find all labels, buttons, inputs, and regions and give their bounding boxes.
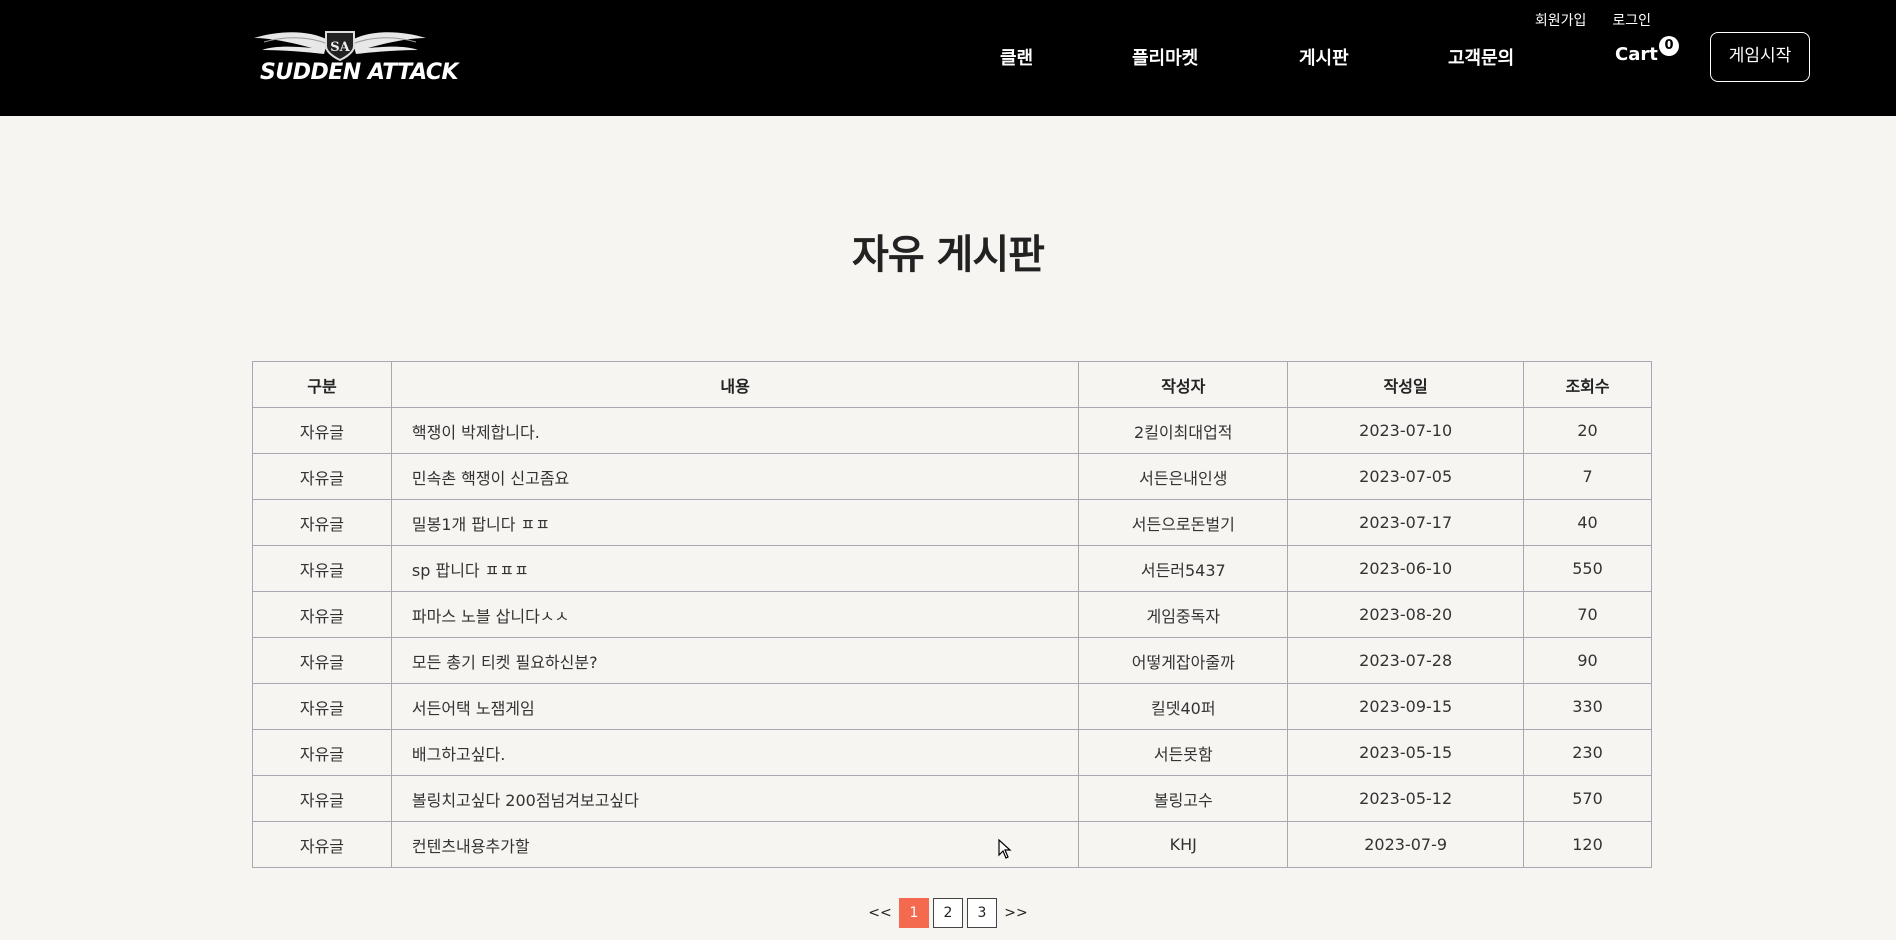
row-category-cell: 자유글 (252, 683, 392, 730)
row-category-cell: 자유글 (252, 729, 392, 776)
page-button-2[interactable]: 2 (933, 898, 963, 928)
row-views-cell: 230 (1523, 729, 1652, 776)
row-author-cell: 게임중독자 (1078, 591, 1289, 638)
prev-page-button[interactable]: << (865, 898, 895, 928)
table-row[interactable]: 자유글 컨텐츠내용추가할 KHJ 2023-07-9 120 (252, 821, 1652, 868)
row-category-cell: 자유글 (252, 407, 392, 454)
row-content-cell[interactable]: 파마스 노블 삽니다ㅅㅅ (390, 591, 1080, 638)
row-views-cell: 90 (1523, 637, 1652, 684)
nav-item-support[interactable]: 고객문의 (1448, 44, 1514, 70)
row-views-cell: 120 (1523, 821, 1652, 868)
row-date-cell: 2023-07-17 (1287, 499, 1525, 546)
utility-links: 회원가입 로그인 (1535, 10, 1651, 30)
row-author-cell: 2킬이최대업적 (1078, 407, 1289, 454)
row-content-cell[interactable]: sp 팝니다 ㅍㅍㅍ (390, 545, 1080, 592)
table-header-row: 구분 내용 작성자 작성일 조회수 (252, 361, 1652, 408)
row-date-cell: 2023-09-15 (1287, 683, 1525, 730)
row-content-cell[interactable]: 핵쟁이 박제합니다. (390, 407, 1080, 454)
row-author-cell: KHJ (1078, 821, 1289, 868)
pagination: << 1 2 3 >> (0, 898, 1896, 928)
row-content-cell[interactable]: 배그하고싶다. (390, 729, 1080, 776)
table-row[interactable]: 자유글 핵쟁이 박제합니다. 2킬이최대업적 2023-07-10 20 (252, 407, 1652, 454)
signup-link[interactable]: 회원가입 (1535, 10, 1587, 30)
row-content-cell[interactable]: 서든어택 노잼게임 (390, 683, 1080, 730)
winged-emblem-icon: SA (254, 31, 426, 62)
row-date-cell: 2023-07-28 (1287, 637, 1525, 684)
row-views-cell: 550 (1523, 545, 1652, 592)
table-row[interactable]: 자유글 밀봉1개 팝니다 ㅍㅍ 서든으로돈벌기 2023-07-17 40 (252, 499, 1652, 546)
board-table: 구분 내용 작성자 작성일 조회수 자유글 핵쟁이 박제합니다. 2킬이최대업적 20… (252, 361, 1652, 868)
page-button-1[interactable]: 1 (899, 898, 929, 928)
row-category-cell: 자유글 (252, 453, 392, 500)
table-row[interactable]: 자유글 파마스 노블 삽니다ㅅㅅ 게임중독자 2023-08-20 70 (252, 591, 1652, 638)
row-date-cell: 2023-05-15 (1287, 729, 1525, 776)
row-author-cell: 서든으로돈벌기 (1078, 499, 1289, 546)
column-header-content: 내용 (390, 361, 1080, 408)
row-category-cell: 자유글 (252, 637, 392, 684)
column-header-views: 조회수 (1523, 361, 1652, 408)
row-author-cell: 볼링고수 (1078, 775, 1289, 822)
logo-text: SUDDEN ATTACK (260, 60, 459, 85)
row-content-cell[interactable]: 컨텐츠내용추가할 (390, 821, 1080, 868)
nav-item-clan[interactable]: 클랜 (1000, 44, 1033, 70)
row-category-cell: 자유글 (252, 499, 392, 546)
row-category-cell: 자유글 (252, 545, 392, 592)
row-content-cell[interactable]: 밀봉1개 팝니다 ㅍㅍ (390, 499, 1080, 546)
table-row[interactable]: 자유글 모든 총기 티켓 필요하신분? 어떻게잡아줄까 2023-07-28 90 (252, 637, 1652, 684)
row-content-cell[interactable]: 민속촌 핵쟁이 신고좀요 (390, 453, 1080, 500)
row-category-cell: 자유글 (252, 775, 392, 822)
table-row[interactable]: 자유글 볼링치고싶다 200점넘겨보고싶다 볼링고수 2023-05-12 570 (252, 775, 1652, 822)
row-views-cell: 70 (1523, 591, 1652, 638)
table-row[interactable]: 자유글 배그하고싶다. 서든못함 2023-05-15 230 (252, 729, 1652, 776)
nav-item-board[interactable]: 게시판 (1299, 44, 1349, 70)
row-date-cell: 2023-05-12 (1287, 775, 1525, 822)
column-header-date: 작성일 (1287, 361, 1525, 408)
row-category-cell: 자유글 (252, 591, 392, 638)
row-date-cell: 2023-07-05 (1287, 453, 1525, 500)
column-header-category: 구분 (252, 361, 392, 408)
column-header-author: 작성자 (1078, 361, 1289, 408)
table-row[interactable]: 자유글 서든어택 노잼게임 킬뎃40퍼 2023-09-15 330 (252, 683, 1652, 730)
sudden-attack-logo[interactable]: SA SUDDEN ATTACK (250, 24, 459, 88)
row-views-cell: 570 (1523, 775, 1652, 822)
row-content-cell[interactable]: 볼링치고싶다 200점넘겨보고싶다 (390, 775, 1080, 822)
row-views-cell: 20 (1523, 407, 1652, 454)
svg-text:SA: SA (330, 40, 350, 55)
login-link[interactable]: 로그인 (1612, 10, 1651, 30)
row-author-cell: 서든못함 (1078, 729, 1289, 776)
site-header: SA SUDDEN ATTACK 회원가입 로그인 클랜 플리마켓 게시판 고객… (0, 0, 1896, 116)
game-start-button[interactable]: 게임시작 (1710, 32, 1810, 82)
row-date-cell: 2023-07-9 (1287, 821, 1525, 868)
row-date-cell: 2023-07-10 (1287, 407, 1525, 454)
cart-label: Cart (1615, 44, 1658, 65)
row-author-cell: 서든러5437 (1078, 545, 1289, 592)
page-button-3[interactable]: 3 (967, 898, 997, 928)
next-page-button[interactable]: >> (1001, 898, 1031, 928)
row-author-cell: 서든은내인생 (1078, 453, 1289, 500)
row-author-cell: 어떻게잡아줄까 (1078, 637, 1289, 684)
row-date-cell: 2023-06-10 (1287, 545, 1525, 592)
row-author-cell: 킬뎃40퍼 (1078, 683, 1289, 730)
nav-item-flea-market[interactable]: 플리마켓 (1132, 44, 1198, 70)
row-views-cell: 330 (1523, 683, 1652, 730)
row-content-cell[interactable]: 모든 총기 티켓 필요하신분? (390, 637, 1080, 684)
row-views-cell: 40 (1523, 499, 1652, 546)
table-row[interactable]: 자유글 sp 팝니다 ㅍㅍㅍ 서든러5437 2023-06-10 550 (252, 545, 1652, 592)
cart-count-badge: 0 (1659, 36, 1679, 56)
mouse-cursor-icon (998, 839, 1012, 859)
table-row[interactable]: 자유글 민속촌 핵쟁이 신고좀요 서든은내인생 2023-07-05 7 (252, 453, 1652, 500)
page-title: 자유 게시판 (852, 232, 1045, 278)
row-date-cell: 2023-08-20 (1287, 591, 1525, 638)
cart-link[interactable]: Cart 0 (1615, 36, 1679, 65)
row-views-cell: 7 (1523, 453, 1652, 500)
row-category-cell: 자유글 (252, 821, 392, 868)
